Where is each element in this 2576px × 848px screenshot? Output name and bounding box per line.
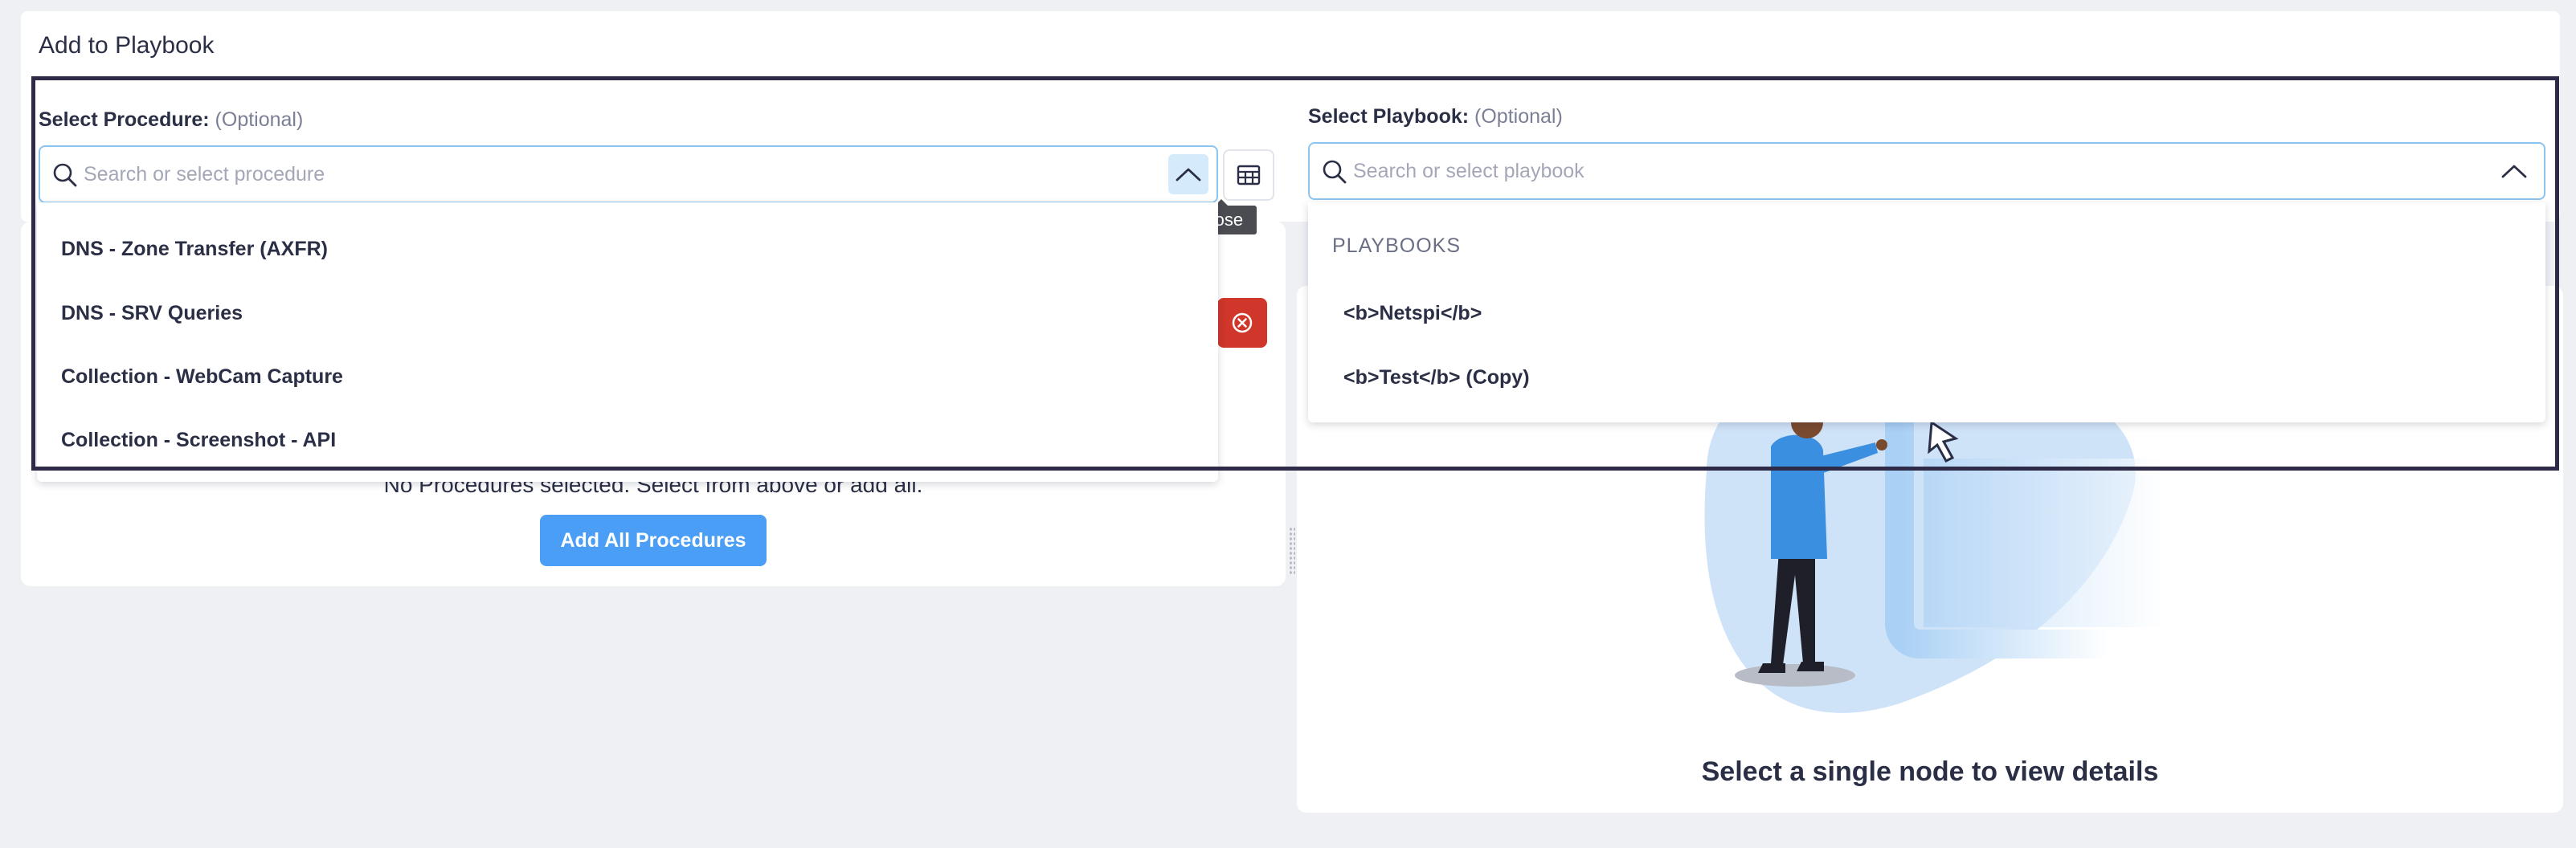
playbook-combobox[interactable] [1308,142,2545,200]
clear-procedures-button[interactable] [1217,298,1267,348]
playbook-option[interactable]: <b>Test</b> (Copy) [1308,347,2545,408]
playbook-option[interactable]: <b>Netspi</b> [1308,283,2545,344]
procedure-label: Select Procedure: (Optional) [39,108,303,132]
procedure-option[interactable]: Collection - Screenshot - API [37,410,1218,471]
search-icon [1323,160,1347,184]
add-all-procedures-button[interactable]: Add All Procedures [540,515,767,566]
details-hint: Select a single node to view details [1701,756,2159,787]
procedure-option[interactable]: DNS - Zone Transfer (AXFR) [37,218,1218,279]
panel-resize-handle[interactable] [1289,527,1295,575]
search-icon [53,163,77,187]
procedure-search-input[interactable] [84,147,1025,202]
playbook-dropdown-menu: PLAYBOOKS <b>Netspi</b> <b>Test</b> (Cop… [1308,202,2545,422]
close-circle-icon [1232,312,1253,333]
procedure-toggle-button[interactable] [1168,154,1208,194]
playbook-label-text: Select Playbook: [1308,105,1470,128]
table-icon [1237,165,1261,186]
procedure-label-text: Select Procedure: [39,108,210,131]
playbook-toggle-button[interactable] [2494,151,2534,191]
procedure-dropdown-menu: DNS - Zone Transfer (AXFR) DNS - SRV Que… [37,202,1218,482]
procedure-combobox[interactable] [39,145,1218,203]
playbook-search-input[interactable] [1353,144,2341,198]
procedure-option[interactable]: Collection - WebCam Capture [37,346,1218,407]
chevron-up-icon [1176,168,1201,181]
playbooks-group-header: PLAYBOOKS [1332,234,1461,257]
procedure-option[interactable]: DNS - SRV Queries [37,283,1218,344]
playbook-label: Select Playbook: (Optional) [1308,105,1563,128]
table-view-button[interactable] [1223,149,1274,201]
playbook-optional-text: (Optional) [1474,105,1563,128]
chevron-up-icon [2501,165,2527,178]
page-title: Add to Playbook [39,32,215,59]
procedure-optional-text: (Optional) [215,108,304,131]
